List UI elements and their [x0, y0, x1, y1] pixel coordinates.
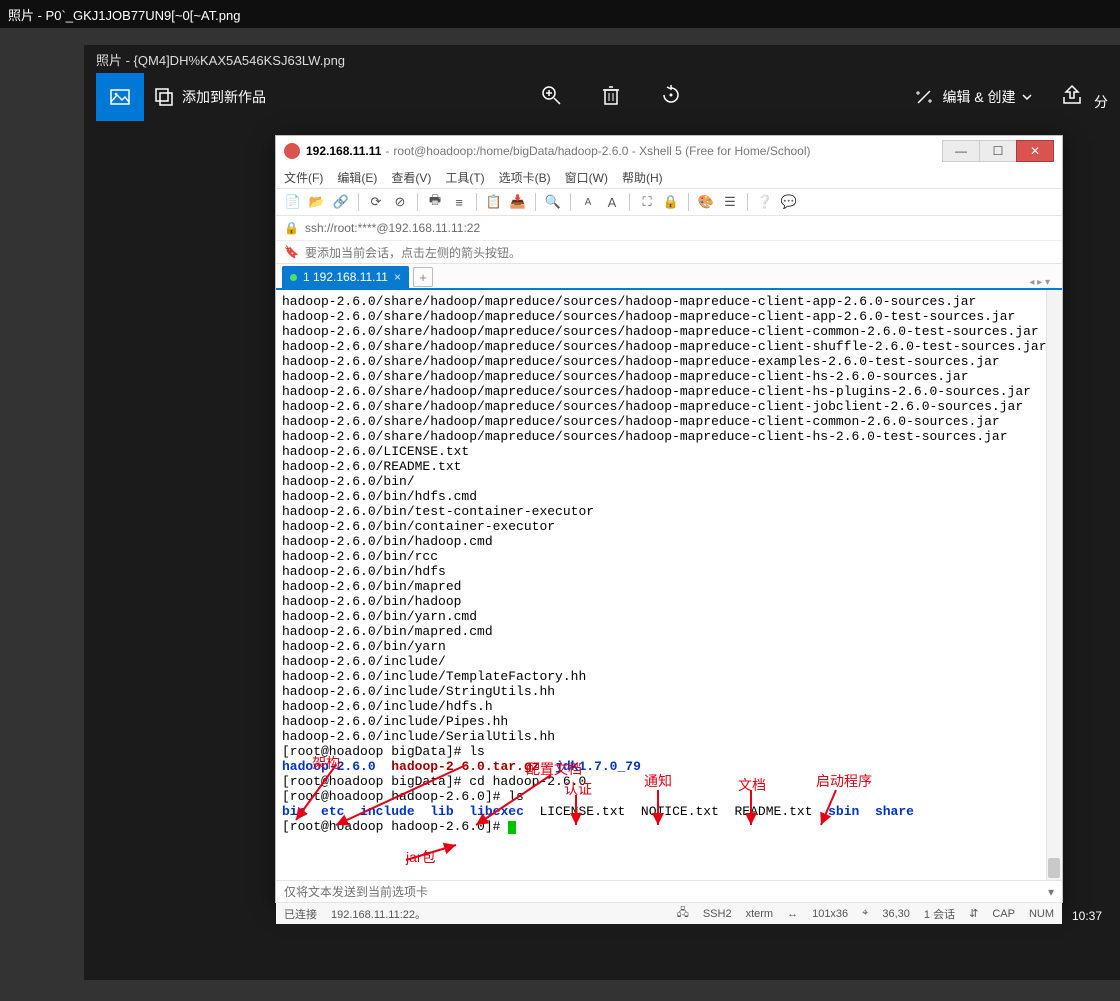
magnifier-icon	[539, 83, 563, 107]
xshell-titlebar[interactable]: 192.168.11.11 - root@hoadoop:/home/bigDa…	[276, 136, 1062, 166]
xshell-title-path: root@hoadoop:/home/bigData/hadoop-2.6.0 …	[393, 144, 810, 158]
fullscreen-icon[interactable]: ⛶	[638, 193, 656, 211]
status-ssh: SSH2	[703, 908, 732, 920]
font-inc-icon[interactable]: A	[603, 193, 621, 211]
xshell-menubar: 文件(F) 编辑(E) 查看(V) 工具(T) 选项卡(B) 窗口(W) 帮助(…	[276, 166, 1062, 188]
edit-create-button[interactable]: 编辑 & 创建	[912, 85, 1031, 109]
maximize-button[interactable]: ☐	[979, 140, 1017, 162]
status-size-icon: ↔	[787, 908, 798, 920]
minimize-button[interactable]: —	[942, 140, 980, 162]
status-pos: 36,30	[882, 908, 910, 920]
close-button[interactable]: ✕	[1016, 140, 1054, 162]
lock-icon[interactable]: 🔒	[662, 193, 680, 211]
color-icon[interactable]: 🎨	[697, 193, 715, 211]
copy-icon[interactable]: 📋	[485, 193, 503, 211]
share-icon	[1060, 83, 1084, 107]
inner-window-titlebar: 照片 - {QM4]DH%KAX5A546KSJ63LW.png	[84, 45, 1120, 73]
ssh-lock-icon: 🔒	[284, 221, 299, 235]
add-to-icon	[152, 85, 176, 109]
menu-tab[interactable]: 选项卡(B)	[499, 169, 551, 186]
statusbar: 已连接 192.168.11.11:22。 🖧 SSH2 xterm ↔ 101…	[276, 902, 1062, 924]
properties-icon[interactable]: ≡	[450, 193, 468, 211]
disconnect-icon[interactable]: ⊘	[391, 193, 409, 211]
view-photo-button[interactable]	[96, 73, 144, 121]
scrollbar-thumb[interactable]	[1048, 858, 1060, 878]
chevron-down-icon	[1022, 92, 1032, 102]
taskbar-clock: 10:37	[1072, 909, 1102, 923]
status-size: 101x36	[812, 908, 848, 920]
status-num: NUM	[1029, 908, 1054, 920]
status-host: 192.168.11.11:22。	[331, 906, 426, 922]
xshell-app-icon	[284, 143, 300, 159]
menu-help[interactable]: 帮助(H)	[622, 169, 663, 186]
menu-view[interactable]: 查看(V)	[391, 169, 431, 186]
menu-file[interactable]: 文件(F)	[284, 169, 323, 186]
session-tab-1[interactable]: 1 192.168.11.11 ×	[282, 266, 409, 288]
status-pos-icon: ⌖	[862, 907, 868, 920]
script-icon[interactable]: 💬	[780, 193, 798, 211]
session-tab-label: 1 192.168.11.11	[303, 270, 388, 284]
tab-status-dot-icon	[290, 274, 297, 281]
terminal-pane[interactable]: hadoop-2.6.0/share/hadoop/mapreduce/sour…	[276, 290, 1062, 880]
trash-icon	[599, 83, 623, 107]
menu-window[interactable]: 窗口(W)	[565, 169, 608, 186]
reconnect-icon[interactable]: ⟳	[367, 193, 385, 211]
status-scroll-icon: ⇵	[969, 907, 978, 920]
new-tab-button[interactable]: +	[413, 267, 433, 287]
outer-window-titlebar: 照片 - P0`_GKJ1JOB77UN9[~0[~AT.png	[0, 0, 1120, 28]
xshell-window: 192.168.11.11 - root@hoadoop:/home/bigDa…	[275, 135, 1063, 903]
session-tabbar: 1 192.168.11.11 × + ◂ ▸ ▾	[276, 264, 1062, 290]
send-bar-toggle-icon[interactable]: ▾	[1048, 885, 1054, 899]
help-icon[interactable]: ❔	[756, 193, 774, 211]
tab-scroll-arrows[interactable]: ◂ ▸ ▾	[1023, 277, 1056, 288]
inner-window-title: 照片 - {QM4]DH%KAX5A546KSJ63LW.png	[96, 50, 345, 69]
paste-icon[interactable]: 📥	[509, 193, 527, 211]
menu-edit[interactable]: 编辑(E)	[337, 169, 377, 186]
address-text: ssh://root:****@192.168.11.11:22	[305, 221, 480, 235]
font-dec-icon[interactable]: A	[579, 193, 597, 211]
xshell-title-ip: 192.168.11.11	[306, 144, 381, 158]
photos-toolbar: 添加到新作品 编辑 & 创建 分	[84, 73, 1120, 121]
menu-tools[interactable]: 工具(T)	[445, 169, 484, 186]
terminal-output: hadoop-2.6.0/share/hadoop/mapreduce/sour…	[282, 294, 1056, 834]
xshell-toolbar: 📄 📂 🔗 ⟳ ⊘ 🖶 ≡ 📋 📥 🔍 A A ⛶ 🔒 🎨 ☰ ❔ 💬	[276, 188, 1062, 216]
status-ssh-icon: 🖧	[677, 904, 689, 923]
zoom-button[interactable]	[539, 83, 563, 112]
find-icon[interactable]: 🔍	[544, 193, 562, 211]
terminal-scrollbar[interactable]	[1046, 290, 1062, 880]
new-session-icon[interactable]: 📄	[284, 193, 302, 211]
rotate-button[interactable]	[659, 83, 683, 112]
image-icon	[108, 85, 132, 109]
add-to-creation-button[interactable]: 添加到新作品	[144, 73, 274, 121]
edit-create-label: 编辑 & 创建	[942, 87, 1015, 107]
address-bar[interactable]: 🔒 ssh://root:****@192.168.11.11:22	[276, 216, 1062, 240]
delete-button[interactable]	[599, 83, 623, 112]
rotate-icon	[659, 83, 683, 107]
add-to-creation-label: 添加到新作品	[182, 87, 266, 107]
connect-icon[interactable]: 🔗	[332, 193, 350, 211]
annotation-jar: jar包	[406, 850, 436, 865]
status-sess: 1 会话	[924, 906, 955, 922]
quickconnect-hint: 🔖 要添加当前会话，点击左侧的箭头按钮。	[276, 240, 1062, 264]
outer-window-title: 照片 - P0`_GKJ1JOB77UN9[~0[~AT.png	[8, 5, 240, 24]
bookmark-icon[interactable]: 🔖	[284, 245, 299, 259]
share-label: 分	[1094, 94, 1108, 110]
tab-close-icon[interactable]: ×	[394, 270, 401, 284]
status-cap: CAP	[992, 908, 1015, 920]
print-icon[interactable]: 🖶	[426, 193, 444, 211]
share-button[interactable]: 分	[1060, 83, 1108, 112]
xshell-title-rest: -	[385, 144, 389, 158]
status-conn: 已连接	[284, 906, 317, 922]
quickconnect-hint-text: 要添加当前会话，点击左侧的箭头按钮。	[305, 244, 521, 261]
open-icon[interactable]: 📂	[308, 193, 326, 211]
status-term: xterm	[746, 908, 774, 920]
magic-wand-icon	[912, 85, 936, 109]
tunnel-icon[interactable]: ☰	[721, 193, 739, 211]
send-bar[interactable]: 仅将文本发送到当前选项卡 ▾	[276, 880, 1062, 902]
send-bar-text: 仅将文本发送到当前选项卡	[284, 883, 428, 900]
